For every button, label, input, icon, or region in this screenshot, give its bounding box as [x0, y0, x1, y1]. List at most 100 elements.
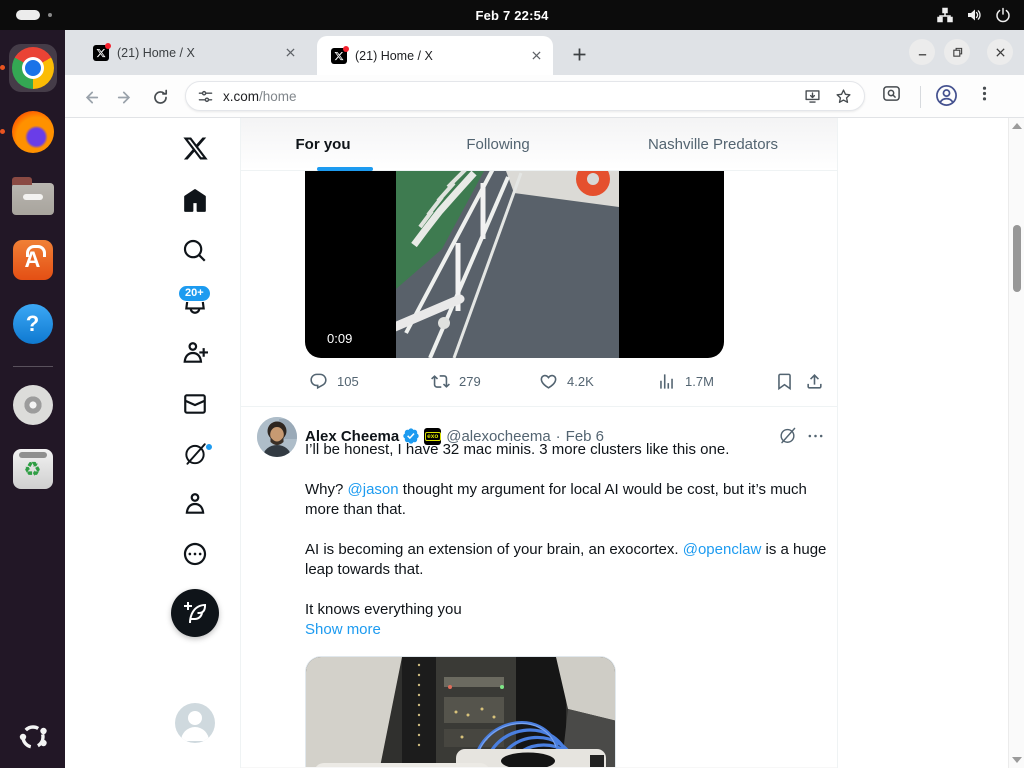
dock-app-center[interactable]: A — [9, 236, 57, 284]
tab-nashville-predators[interactable]: Nashville Predators — [633, 118, 793, 171]
dock-trash[interactable]: ♻ — [9, 445, 57, 493]
search-icon[interactable] — [182, 238, 208, 264]
tab-close-icon[interactable] — [527, 47, 545, 65]
browser-toolbar: x.com/home — [65, 75, 1024, 118]
bookmark-button[interactable] — [775, 372, 803, 391]
scrollbar-thumb[interactable] — [1013, 225, 1021, 292]
window-close-button[interactable] — [987, 39, 1013, 65]
network-icon[interactable] — [937, 7, 953, 23]
compose-feather-icon — [183, 601, 207, 625]
files-icon — [12, 183, 54, 215]
chrome-icon — [12, 47, 54, 89]
dock: A ? ♻ — [0, 30, 65, 768]
browser-menu-icon[interactable] — [976, 84, 993, 103]
reply-button[interactable]: 105 — [309, 372, 359, 391]
messages-icon[interactable] — [182, 391, 208, 417]
running-indicator — [0, 129, 5, 134]
reload-button[interactable] — [145, 82, 175, 112]
home-icon[interactable] — [182, 188, 208, 214]
repost-button[interactable]: 279 — [431, 372, 481, 391]
notifications-badge: 20+ — [178, 285, 211, 302]
dock-help[interactable]: ? — [9, 300, 57, 348]
account-avatar[interactable] — [175, 703, 215, 743]
mention-link[interactable]: @openclaw — [683, 541, 762, 558]
show-more-link[interactable]: Show more — [305, 621, 381, 638]
video-player[interactable]: 0:09 — [305, 171, 724, 358]
video-frame-ship-deck — [396, 171, 619, 358]
x-logo[interactable] — [182, 135, 209, 162]
dock-disk[interactable] — [9, 381, 57, 429]
install-app-icon[interactable] — [804, 88, 821, 105]
grok-icon[interactable] — [182, 441, 208, 467]
engagement-bar: 105 279 4.2K 1.7M — [241, 358, 837, 406]
window-minimize-button[interactable] — [909, 39, 935, 65]
tab-title: (21) Home / X — [355, 49, 527, 63]
active-tab-underline — [317, 167, 373, 171]
scroll-down-icon[interactable] — [1012, 756, 1022, 764]
address-bar[interactable]: x.com/home — [185, 81, 865, 111]
share-button[interactable] — [805, 372, 833, 391]
site-settings-icon[interactable] — [198, 89, 213, 104]
bookmark-icon — [775, 372, 794, 391]
feed-header: For you Following Nashville Predators — [241, 118, 837, 171]
tab-close-icon[interactable] — [281, 44, 299, 62]
forward-button[interactable] — [110, 82, 140, 112]
post-paragraph: It knows everything you Show more — [305, 600, 827, 640]
views-count: 1.7M — [685, 374, 714, 389]
power-icon[interactable] — [995, 7, 1011, 23]
notification-dot — [105, 43, 111, 49]
profile-avatar-icon[interactable] — [935, 84, 958, 107]
url-host: x.com — [223, 89, 259, 104]
post-author-avatar[interactable] — [257, 417, 297, 457]
scroll-up-icon[interactable] — [1012, 122, 1022, 130]
tab-for-you[interactable]: For you — [263, 118, 383, 171]
system-clock[interactable]: Feb 7 22:54 — [0, 0, 1024, 30]
post-image-mac-mini-cluster[interactable] — [305, 656, 616, 768]
help-icon: ? — [13, 304, 53, 344]
volume-icon[interactable] — [966, 7, 982, 23]
dock-firefox[interactable] — [9, 108, 57, 156]
timeline-column: For you Following Nashville Predators — [240, 118, 838, 768]
system-top-bar: Feb 7 22:54 — [0, 0, 1024, 30]
new-tab-button[interactable] — [565, 40, 593, 68]
dock-chrome[interactable] — [9, 44, 57, 92]
follow-add-person-icon[interactable] — [182, 340, 208, 366]
ubuntu-icon — [18, 722, 48, 752]
dock-separator — [13, 366, 53, 367]
post-paragraph: I’ll be honest, I have 32 mac minis. 3 m… — [305, 440, 827, 460]
running-indicator — [0, 65, 5, 70]
more-circle-icon[interactable] — [182, 541, 208, 567]
page-scrollbar[interactable] — [1008, 118, 1024, 768]
like-button[interactable]: 4.2K — [539, 372, 594, 391]
post-paragraph: AI is becoming an extension of your brai… — [305, 540, 827, 580]
share-icon — [805, 372, 824, 391]
x-nav-rail: 20+ — [65, 118, 240, 768]
firefox-icon — [12, 111, 54, 153]
post-paragraph: Why? @jason thought my argument for loca… — [305, 480, 827, 520]
video-timestamp: 0:09 — [321, 330, 358, 347]
tab-following[interactable]: Following — [438, 118, 558, 171]
disk-icon — [13, 385, 53, 425]
bookmark-star-icon[interactable] — [835, 88, 852, 105]
dock-files[interactable] — [9, 172, 57, 220]
browser-tab-2-active[interactable]: (21) Home / X — [317, 36, 553, 75]
views-button[interactable]: 1.7M — [657, 372, 714, 391]
like-heart-icon — [539, 372, 558, 391]
trash-icon: ♻ — [13, 449, 53, 489]
x-home-page: 20+ — [65, 118, 1024, 768]
compose-post-button[interactable] — [171, 589, 219, 637]
mention-link[interactable]: @jason — [348, 481, 399, 498]
profile-icon[interactable] — [182, 491, 208, 517]
search-panel-icon[interactable] — [882, 84, 901, 103]
toolbar-divider — [920, 86, 921, 108]
browser-tab-strip: (21) Home / X (21) Home / X — [65, 30, 1024, 75]
show-apps-button[interactable] — [18, 722, 48, 752]
back-button[interactable] — [75, 82, 105, 112]
browser-tab-1[interactable]: (21) Home / X — [79, 34, 307, 71]
post-text: I’ll be honest, I have 32 mac minis. 3 m… — [305, 440, 827, 640]
grok-new-dot — [205, 443, 213, 451]
post-divider — [241, 406, 837, 407]
window-restore-button[interactable] — [944, 39, 970, 65]
reply-count: 105 — [337, 374, 359, 389]
views-chart-icon — [657, 372, 676, 391]
